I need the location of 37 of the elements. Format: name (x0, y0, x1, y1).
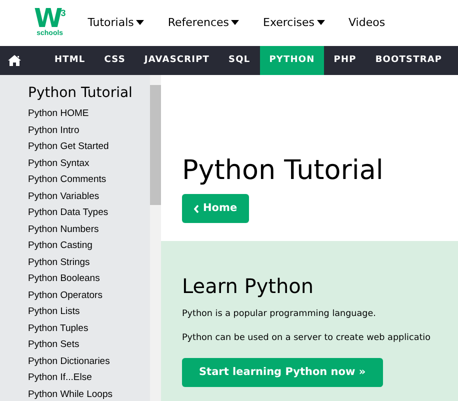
sidebar-link[interactable]: Python Syntax (28, 156, 90, 172)
topic-tab[interactable]: PHP (324, 46, 366, 75)
sidebar-link[interactable]: Python Booleans (28, 271, 100, 288)
sidebar-link[interactable]: Python Sets (28, 337, 80, 354)
topic-tab[interactable]: JAVASCRIPT (134, 46, 220, 75)
menu-link[interactable]: Videos (348, 14, 386, 32)
dropdown-menu-button[interactable]: Exercises (263, 14, 325, 32)
sidebar-link[interactable]: Python While Loops (28, 386, 112, 401)
dropdown-menu-button[interactable]: References (168, 14, 239, 32)
topic-tab[interactable]: SQL (219, 46, 260, 75)
chevron-icon (194, 204, 199, 212)
sidebar-link[interactable]: Python Lists (28, 304, 80, 320)
scrollbar[interactable] (150, 75, 161, 401)
sidebar-link[interactable]: Python HOME (28, 106, 89, 122)
sidebar-link[interactable]: Python Get Started (28, 139, 109, 156)
sidebar-link[interactable]: Python Comments (28, 172, 106, 188)
sidebar-link[interactable]: Python Variables (28, 188, 100, 205)
topic-tab[interactable]: BOOTSTRAP (366, 46, 452, 75)
sidebar-link[interactable]: Python Casting (28, 238, 92, 254)
sidebar-link[interactable]: Python Operators (28, 288, 102, 304)
sidebar-title: Python Tutorial (28, 84, 134, 103)
sidebar-link[interactable]: Python Data Types (28, 205, 108, 222)
sidebar-link[interactable]: Python Dictionaries (28, 354, 110, 370)
scrollbar-thumb[interactable] (150, 85, 161, 205)
sidebar-link[interactable]: Python Strings (28, 254, 90, 271)
sidebar-link[interactable]: Python Intro (28, 122, 80, 139)
topic-tab[interactable]: HTML (45, 46, 95, 75)
paragraph: Python can be used on a server to create web applicatio (182, 332, 430, 345)
section-heading: Learn Python (182, 274, 315, 298)
topic-tab[interactable]: CSS (94, 46, 135, 75)
sidebar-link[interactable]: Python Numbers (28, 222, 99, 238)
dropdown-menu-button[interactable]: Tutorials (88, 14, 144, 32)
paragraph: Python is a popular programming language. (182, 308, 376, 321)
home-icon[interactable] (8, 55, 21, 66)
page-title: Python Tutorial (182, 154, 384, 188)
sidebar-link[interactable]: Python Tuples (28, 320, 88, 337)
sidebar-link[interactable]: Python If...Else (28, 370, 92, 386)
